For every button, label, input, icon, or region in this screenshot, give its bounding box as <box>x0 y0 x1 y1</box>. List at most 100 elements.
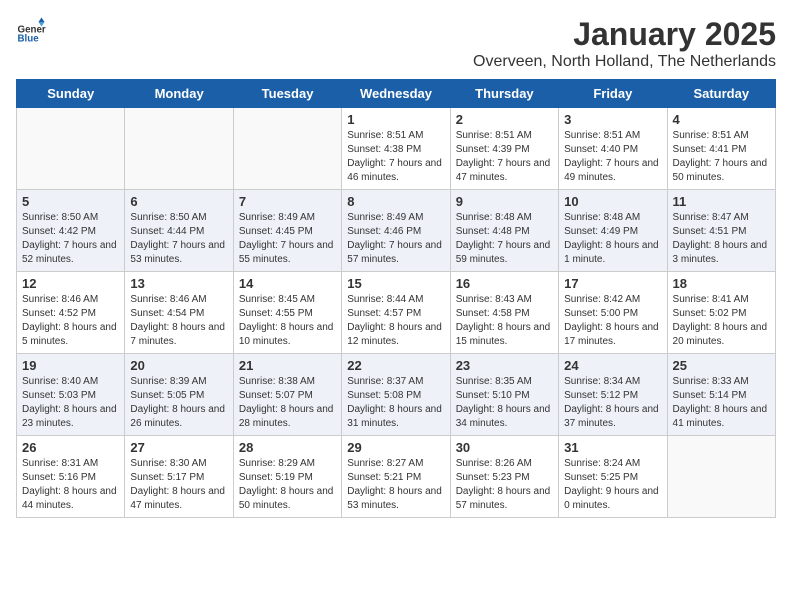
calendar-cell <box>125 108 233 190</box>
logo-icon: General Blue <box>16 16 46 46</box>
calendar-cell <box>233 108 341 190</box>
day-info: Sunrise: 8:27 AM Sunset: 5:21 PM Dayligh… <box>347 457 444 513</box>
calendar-row-2: 12 Sunrise: 8:46 AM Sunset: 4:52 PM Dayli… <box>17 272 776 354</box>
day-info: Sunrise: 8:42 AM Sunset: 5:00 PM Dayligh… <box>564 293 661 349</box>
day-number: 12 <box>22 276 119 291</box>
calendar-cell: 28Sunrise: 8:29 AM Sunset: 5:19 PM Dayli… <box>233 436 341 518</box>
day-number: 20 <box>130 358 227 373</box>
day-number: 10 <box>564 194 661 209</box>
day-number: 29 <box>347 440 444 455</box>
day-info: Sunrise: 8:51 AM Sunset: 4:39 PM Dayligh… <box>456 129 553 185</box>
calendar-cell: 27Sunrise: 8:30 AM Sunset: 5:17 PM Dayli… <box>125 436 233 518</box>
location-subtitle: Overveen, North Holland, The Netherlands <box>473 53 776 71</box>
day-info: Sunrise: 8:35 AM Sunset: 5:10 PM Dayligh… <box>456 375 553 431</box>
day-number: 24 <box>564 358 661 373</box>
calendar-cell <box>17 108 125 190</box>
day-number: 30 <box>456 440 553 455</box>
page-header: General Blue January 2025 Overveen, Nort… <box>16 16 776 71</box>
day-number: 2 <box>456 112 553 127</box>
day-info: Sunrise: 8:49 AM Sunset: 4:45 PM Dayligh… <box>239 211 336 267</box>
calendar-cell: 19 Sunrise: 8:40 AM Sunset: 5:03 PM Dayli… <box>17 354 125 436</box>
day-info: Sunrise: 8:38 AM Sunset: 5:07 PM Dayligh… <box>239 375 336 431</box>
day-number: 3 <box>564 112 661 127</box>
calendar-cell: 31 Sunrise: 8:24 AM Sunset: 5:25 PM Dayli… <box>559 436 667 518</box>
day-info: Sunrise: 8:51 AM Sunset: 4:38 PM Dayligh… <box>347 129 444 185</box>
calendar-cell: 21 Sunrise: 8:38 AM Sunset: 5:07 PM Dayli… <box>233 354 341 436</box>
day-info: Sunrise: 8:46 AM Sunset: 4:54 PM Dayligh… <box>130 293 227 349</box>
calendar-cell: 24 Sunrise: 8:34 AM Sunset: 5:12 PM Dayli… <box>559 354 667 436</box>
day-number: 17 <box>564 276 661 291</box>
day-number: 14 <box>239 276 336 291</box>
calendar-row-4: 26 Sunrise: 8:31 AM Sunset: 5:16 PM Dayli… <box>17 436 776 518</box>
day-info: Sunrise: 8:50 AM Sunset: 4:42 PM Dayligh… <box>22 211 119 267</box>
day-info: Sunrise: 8:48 AM Sunset: 4:49 PM Dayligh… <box>564 211 661 267</box>
day-number: 27 <box>130 440 227 455</box>
calendar-cell: 6Sunrise: 8:50 AM Sunset: 4:44 PM Daylig… <box>125 190 233 272</box>
weekday-header-thursday: Thursday <box>450 80 558 108</box>
day-info: Sunrise: 8:39 AM Sunset: 5:05 PM Dayligh… <box>130 375 227 431</box>
weekday-header-wednesday: Wednesday <box>342 80 450 108</box>
calendar-cell: 23Sunrise: 8:35 AM Sunset: 5:10 PM Dayli… <box>450 354 558 436</box>
calendar-cell: 25 Sunrise: 8:33 AM Sunset: 5:14 PM Dayli… <box>667 354 775 436</box>
day-number: 9 <box>456 194 553 209</box>
calendar-cell: 10 Sunrise: 8:48 AM Sunset: 4:49 PM Dayli… <box>559 190 667 272</box>
weekday-header-sunday: Sunday <box>17 80 125 108</box>
calendar-table: SundayMondayTuesdayWednesdayThursdayFrid… <box>16 79 776 518</box>
day-info: Sunrise: 8:33 AM Sunset: 5:14 PM Dayligh… <box>673 375 770 431</box>
calendar-cell: 16 Sunrise: 8:43 AM Sunset: 4:58 PM Dayli… <box>450 272 558 354</box>
calendar-cell <box>667 436 775 518</box>
calendar-cell: 30 Sunrise: 8:26 AM Sunset: 5:23 PM Dayli… <box>450 436 558 518</box>
weekday-header-row: SundayMondayTuesdayWednesdayThursdayFrid… <box>17 80 776 108</box>
day-info: Sunrise: 8:43 AM Sunset: 4:58 PM Dayligh… <box>456 293 553 349</box>
day-number: 19 <box>22 358 119 373</box>
calendar-cell: 3 Sunrise: 8:51 AM Sunset: 4:40 PM Daylig… <box>559 108 667 190</box>
day-number: 7 <box>239 194 336 209</box>
day-info: Sunrise: 8:47 AM Sunset: 4:51 PM Dayligh… <box>673 211 770 267</box>
day-info: Sunrise: 8:46 AM Sunset: 4:52 PM Dayligh… <box>22 293 119 349</box>
calendar-row-3: 19 Sunrise: 8:40 AM Sunset: 5:03 PM Dayli… <box>17 354 776 436</box>
day-info: Sunrise: 8:34 AM Sunset: 5:12 PM Dayligh… <box>564 375 661 431</box>
day-number: 11 <box>673 194 770 209</box>
day-info: Sunrise: 8:31 AM Sunset: 5:16 PM Dayligh… <box>22 457 119 513</box>
calendar-row-1: 5Sunrise: 8:50 AM Sunset: 4:42 PM Daylig… <box>17 190 776 272</box>
day-number: 16 <box>456 276 553 291</box>
calendar-cell: 29 Sunrise: 8:27 AM Sunset: 5:21 PM Dayli… <box>342 436 450 518</box>
calendar-cell: 5Sunrise: 8:50 AM Sunset: 4:42 PM Daylig… <box>17 190 125 272</box>
day-number: 4 <box>673 112 770 127</box>
calendar-cell: 26 Sunrise: 8:31 AM Sunset: 5:16 PM Dayli… <box>17 436 125 518</box>
day-number: 28 <box>239 440 336 455</box>
calendar-cell: 20 Sunrise: 8:39 AM Sunset: 5:05 PM Dayli… <box>125 354 233 436</box>
day-info: Sunrise: 8:26 AM Sunset: 5:23 PM Dayligh… <box>456 457 553 513</box>
day-info: Sunrise: 8:51 AM Sunset: 4:40 PM Dayligh… <box>564 129 661 185</box>
calendar-cell: 15 Sunrise: 8:44 AM Sunset: 4:57 PM Dayli… <box>342 272 450 354</box>
day-number: 8 <box>347 194 444 209</box>
day-info: Sunrise: 8:51 AM Sunset: 4:41 PM Dayligh… <box>673 129 770 185</box>
day-number: 21 <box>239 358 336 373</box>
title-block: January 2025 Overveen, North Holland, Th… <box>473 16 776 71</box>
calendar-cell: 4 Sunrise: 8:51 AM Sunset: 4:41 PM Daylig… <box>667 108 775 190</box>
day-number: 15 <box>347 276 444 291</box>
day-info: Sunrise: 8:37 AM Sunset: 5:08 PM Dayligh… <box>347 375 444 431</box>
calendar-cell: 18 Sunrise: 8:41 AM Sunset: 5:02 PM Dayli… <box>667 272 775 354</box>
calendar-cell: 8Sunrise: 8:49 AM Sunset: 4:46 PM Daylig… <box>342 190 450 272</box>
calendar-cell: 1 Sunrise: 8:51 AM Sunset: 4:38 PM Daylig… <box>342 108 450 190</box>
day-number: 31 <box>564 440 661 455</box>
day-info: Sunrise: 8:40 AM Sunset: 5:03 PM Dayligh… <box>22 375 119 431</box>
weekday-header-saturday: Saturday <box>667 80 775 108</box>
day-number: 13 <box>130 276 227 291</box>
day-number: 6 <box>130 194 227 209</box>
day-info: Sunrise: 8:41 AM Sunset: 5:02 PM Dayligh… <box>673 293 770 349</box>
calendar-cell: 7 Sunrise: 8:49 AM Sunset: 4:45 PM Daylig… <box>233 190 341 272</box>
weekday-header-tuesday: Tuesday <box>233 80 341 108</box>
day-number: 25 <box>673 358 770 373</box>
day-number: 1 <box>347 112 444 127</box>
weekday-header-monday: Monday <box>125 80 233 108</box>
weekday-header-friday: Friday <box>559 80 667 108</box>
day-number: 18 <box>673 276 770 291</box>
calendar-cell: 14Sunrise: 8:45 AM Sunset: 4:55 PM Dayli… <box>233 272 341 354</box>
logo: General Blue <box>16 16 46 46</box>
calendar-cell: 11 Sunrise: 8:47 AM Sunset: 4:51 PM Dayli… <box>667 190 775 272</box>
day-info: Sunrise: 8:24 AM Sunset: 5:25 PM Dayligh… <box>564 457 661 513</box>
day-info: Sunrise: 8:44 AM Sunset: 4:57 PM Dayligh… <box>347 293 444 349</box>
day-number: 26 <box>22 440 119 455</box>
